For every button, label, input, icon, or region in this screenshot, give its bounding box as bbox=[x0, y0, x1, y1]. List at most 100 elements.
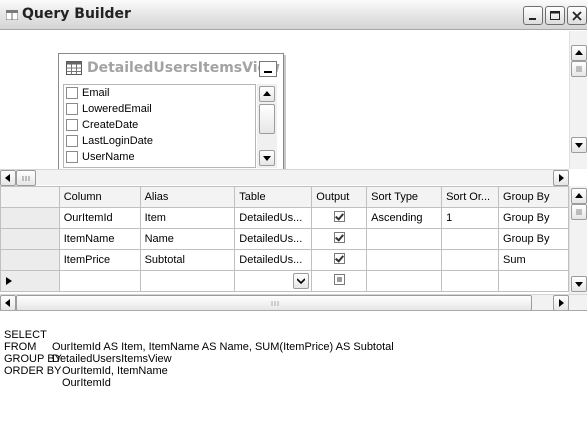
alias-cell[interactable] bbox=[139, 270, 236, 292]
scroll-right-icon[interactable] bbox=[553, 170, 569, 186]
table-row[interactable]: OurItemId Item DetailedUs... Ascending 1… bbox=[0, 207, 569, 229]
sort-order-cell[interactable]: 1 bbox=[441, 207, 500, 229]
group-by-cell[interactable] bbox=[498, 270, 569, 292]
table-window[interactable]: DetailedUsersItemsView Email LoweredEmai… bbox=[58, 53, 284, 171]
row-selector[interactable] bbox=[0, 228, 60, 250]
column-cell[interactable]: OurItemId bbox=[58, 207, 141, 229]
alias-cell[interactable]: Subtotal bbox=[139, 249, 236, 271]
alias-cell[interactable]: Item bbox=[139, 207, 236, 229]
row-selector[interactable] bbox=[0, 270, 60, 292]
table-minimize-button[interactable] bbox=[259, 61, 277, 77]
column-cell[interactable] bbox=[58, 270, 141, 292]
column-header[interactable]: Output bbox=[311, 186, 368, 208]
table-cell[interactable]: DetailedUs... bbox=[234, 249, 313, 271]
sort-type-cell[interactable] bbox=[366, 249, 443, 271]
group-by-cell[interactable]: Group By bbox=[498, 207, 569, 229]
row-selector[interactable] bbox=[0, 207, 60, 229]
diagram-vertical-scrollbar[interactable] bbox=[569, 31, 587, 169]
scroll-thumb[interactable] bbox=[259, 104, 275, 134]
scroll-thumb[interactable] bbox=[571, 61, 587, 77]
scroll-down-icon[interactable] bbox=[259, 150, 275, 166]
column-checkbox[interactable] bbox=[66, 151, 78, 164]
sql-select-value: OurItemId AS Item, ItemName AS Name, SUM… bbox=[52, 341, 394, 353]
scroll-thumb[interactable] bbox=[16, 295, 532, 311]
column-item[interactable]: Email bbox=[64, 85, 255, 101]
column-checkbox[interactable] bbox=[66, 87, 78, 100]
table-row-new[interactable] bbox=[0, 270, 569, 292]
close-button[interactable] bbox=[567, 6, 587, 25]
chevron-down-icon[interactable] bbox=[293, 273, 310, 289]
scroll-up-icon[interactable] bbox=[259, 86, 275, 102]
column-checkbox[interactable] bbox=[66, 103, 78, 116]
column-cell[interactable]: ItemName bbox=[58, 228, 141, 250]
output-checkbox[interactable] bbox=[333, 253, 345, 264]
output-checkbox[interactable] bbox=[333, 211, 345, 222]
sort-order-cell[interactable] bbox=[441, 228, 500, 250]
output-checkbox[interactable] bbox=[333, 232, 345, 243]
scroll-left-icon[interactable] bbox=[0, 295, 16, 311]
table-icon bbox=[66, 61, 82, 78]
column-header[interactable]: Sort Or... bbox=[441, 186, 500, 208]
scroll-left-icon[interactable] bbox=[0, 170, 16, 186]
minimize-button[interactable] bbox=[523, 6, 543, 25]
column-checkbox[interactable] bbox=[66, 119, 78, 132]
sql-group-value: OurItemId, ItemName bbox=[62, 365, 168, 377]
grid-header-row: Column Alias Table Output Sort Type Sort… bbox=[0, 186, 569, 208]
output-cell[interactable] bbox=[311, 249, 368, 271]
scroll-up-icon[interactable] bbox=[571, 45, 587, 61]
grid-vertical-scrollbar[interactable] bbox=[569, 186, 587, 294]
window-title: Query Builder bbox=[22, 6, 131, 22]
column-header[interactable]: Alias bbox=[139, 186, 236, 208]
table-window-header[interactable]: DetailedUsersItemsView bbox=[59, 54, 283, 82]
sort-type-cell[interactable] bbox=[366, 228, 443, 250]
table-row[interactable]: ItemName Name DetailedUs... Group By bbox=[0, 228, 569, 250]
alias-cell[interactable]: Name bbox=[139, 228, 236, 250]
sql-from-value: DetailedUsersItemsView bbox=[52, 353, 172, 365]
criteria-grid[interactable]: Column Alias Table Output Sort Type Sort… bbox=[0, 186, 569, 294]
diagram-horizontal-scrollbar[interactable] bbox=[0, 169, 569, 186]
column-item[interactable]: UserName bbox=[64, 149, 255, 165]
scroll-up-icon[interactable] bbox=[571, 188, 587, 204]
output-checkbox[interactable] bbox=[333, 274, 345, 285]
column-cell[interactable]: ItemPrice bbox=[58, 249, 141, 271]
maximize-button[interactable] bbox=[545, 6, 565, 25]
row-selector[interactable] bbox=[0, 249, 60, 271]
scroll-thumb[interactable] bbox=[571, 204, 587, 220]
column-checkbox[interactable] bbox=[66, 135, 78, 148]
sort-order-cell[interactable] bbox=[441, 270, 500, 292]
query-builder-icon bbox=[5, 9, 19, 21]
column-item[interactable]: CreateDate bbox=[64, 117, 255, 133]
output-cell[interactable] bbox=[311, 207, 368, 229]
column-header[interactable]: Column bbox=[58, 186, 141, 208]
table-cell[interactable] bbox=[234, 270, 313, 292]
table-cell[interactable]: DetailedUs... bbox=[234, 228, 313, 250]
table-name: DetailedUsersItemsView bbox=[87, 60, 280, 76]
table-row[interactable]: ItemPrice Subtotal DetailedUs... Sum bbox=[0, 249, 569, 271]
output-cell[interactable] bbox=[311, 270, 368, 292]
column-header[interactable]: Sort Type bbox=[366, 186, 443, 208]
scroll-down-icon[interactable] bbox=[571, 276, 587, 292]
scroll-down-icon[interactable] bbox=[571, 137, 587, 153]
group-by-cell[interactable]: Group By bbox=[498, 228, 569, 250]
column-header[interactable]: Table bbox=[234, 186, 313, 208]
scroll-thumb[interactable] bbox=[16, 170, 36, 186]
sort-type-cell[interactable] bbox=[366, 270, 443, 292]
output-cell[interactable] bbox=[311, 228, 368, 250]
row-selector-header bbox=[0, 186, 60, 208]
column-header[interactable]: Group By bbox=[498, 186, 569, 208]
grid-horizontal-scrollbar[interactable] bbox=[0, 294, 587, 311]
current-row-icon bbox=[6, 277, 12, 285]
sort-type-cell[interactable]: Ascending bbox=[366, 207, 443, 229]
table-cell[interactable]: DetailedUs... bbox=[234, 207, 313, 229]
scroll-right-icon[interactable] bbox=[553, 295, 569, 311]
sql-order-value: OurItemId bbox=[62, 377, 111, 389]
column-item[interactable]: LoweredEmail bbox=[64, 101, 255, 117]
column-list-scrollbar[interactable] bbox=[257, 84, 277, 168]
title-bar: Query Builder bbox=[0, 0, 587, 30]
column-list[interactable]: Email LoweredEmail CreateDate LastLoginD… bbox=[63, 84, 256, 168]
column-item[interactable]: LastLoginDate bbox=[64, 133, 255, 149]
group-by-cell[interactable]: Sum bbox=[498, 249, 569, 271]
sql-pane[interactable]: SELECT OurItemId AS Item, ItemName AS Na… bbox=[0, 310, 587, 422]
sort-order-cell[interactable] bbox=[441, 249, 500, 271]
sql-order-line: ORDER BY OurItemId bbox=[4, 353, 111, 401]
